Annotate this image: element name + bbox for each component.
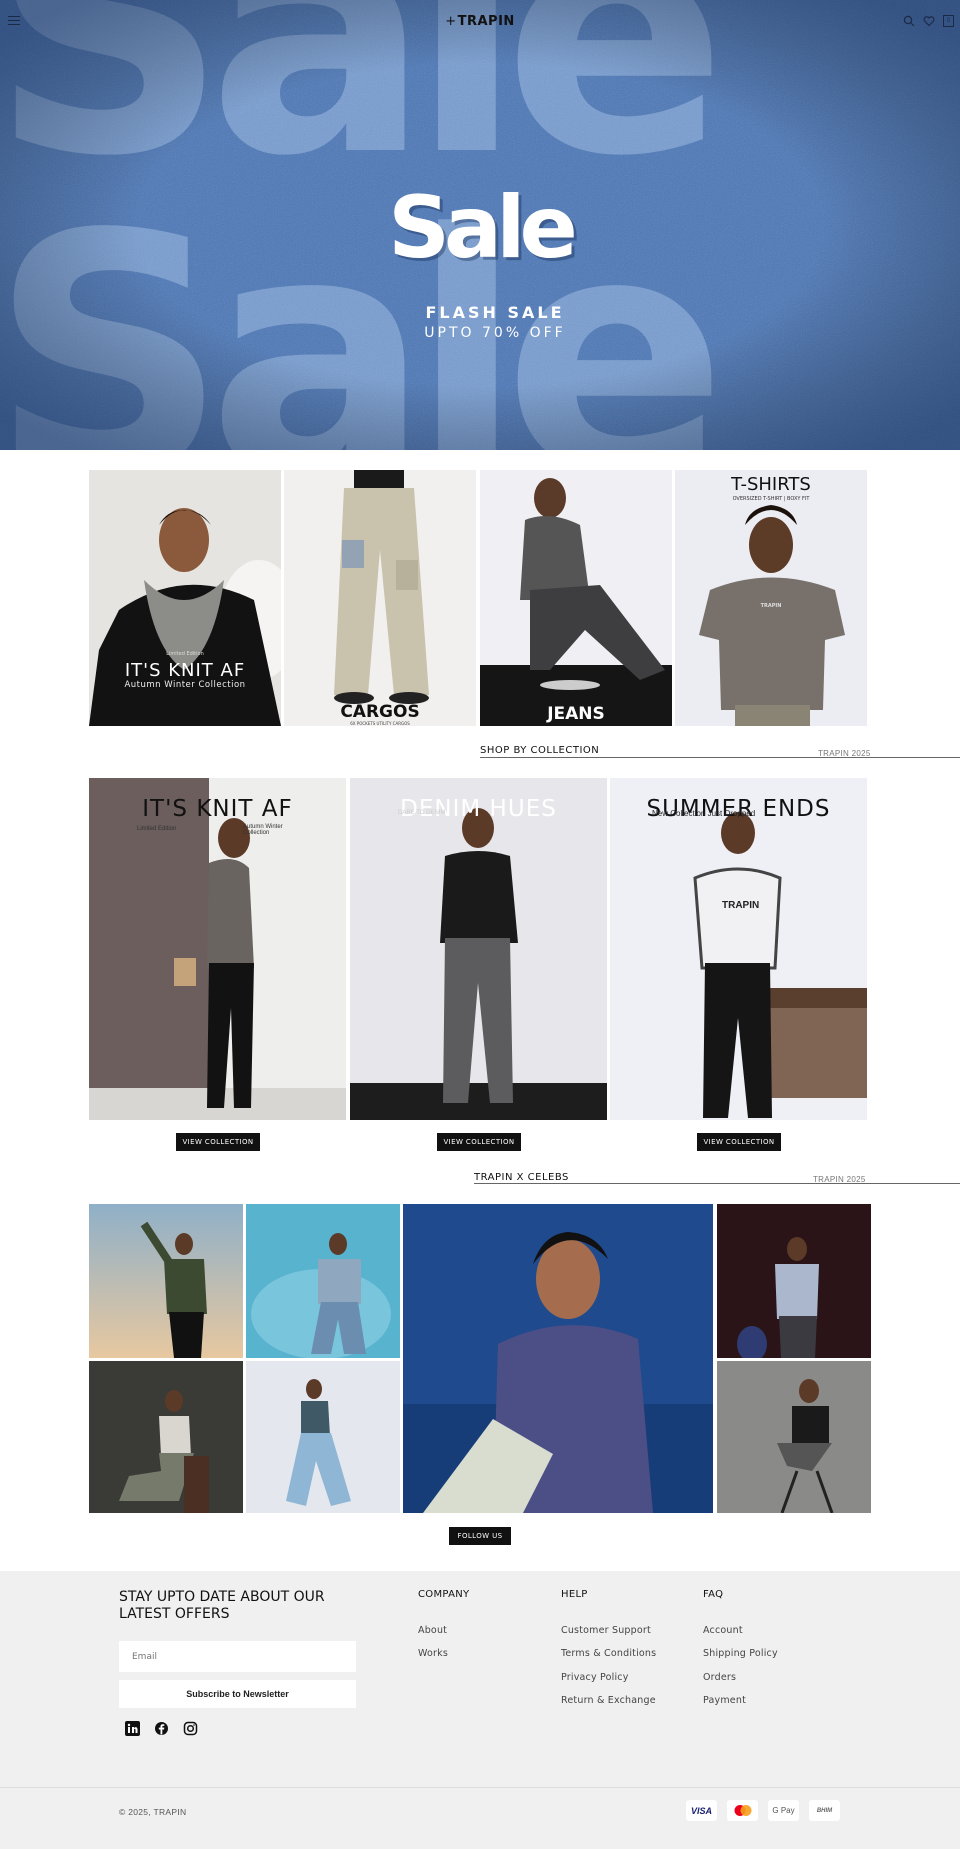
visa-icon: VISA [686, 1800, 717, 1821]
celeb-photo[interactable] [246, 1204, 400, 1358]
footer-link-about[interactable]: About [418, 1625, 447, 1636]
celeb-photo[interactable] [89, 1361, 243, 1513]
celeb-photo[interactable] [246, 1361, 400, 1513]
denim-collection-image [350, 778, 607, 1120]
mastercard-icon [727, 1800, 758, 1821]
celeb-image [717, 1204, 871, 1358]
collection-small-left: DARE TO DENIM [398, 810, 446, 816]
hero-title: Sale [388, 178, 578, 278]
jeans-model-image [480, 470, 672, 726]
footer-link-privacy[interactable]: Privacy Policy [561, 1672, 629, 1683]
footer-link-payment[interactable]: Payment [703, 1695, 746, 1706]
footer-link-terms[interactable]: Terms & Conditions [561, 1648, 656, 1659]
tile-title: IT'S KNIT AF [124, 660, 246, 681]
instagram-icon[interactable] [183, 1721, 198, 1736]
celeb-photo[interactable] [717, 1361, 871, 1513]
tshirt-model-image [675, 470, 867, 726]
celeb-photo-featured[interactable] [403, 1204, 713, 1513]
tile-subtitle: Autumn Winter Collection [124, 680, 246, 690]
celeb-image [89, 1204, 243, 1358]
footer-heading-company: COMPANY [418, 1589, 470, 1600]
gpay-icon: G Pay [768, 1800, 799, 1821]
email-field[interactable] [119, 1641, 356, 1672]
subscribe-button[interactable]: Subscribe to Newsletter [119, 1680, 356, 1708]
product-tile-tshirts[interactable]: T-SHIRTS OVERSIZED T-SHIRT | BOXY FIT TR… [675, 470, 867, 726]
celeb-image [246, 1204, 400, 1358]
footer-link-orders[interactable]: Orders [703, 1672, 736, 1683]
celeb-image [89, 1361, 243, 1513]
collection-small-right: Autumn Winter Collection [243, 824, 283, 836]
knit-collection-image [89, 778, 346, 1120]
collection-card-denim[interactable]: DENIM HUES DARE TO DENIM [350, 778, 607, 1120]
hero-flash-sale: FLASH SALE [425, 303, 565, 322]
facebook-icon[interactable] [154, 1721, 169, 1736]
collection-card-knit[interactable]: IT'S KNIT AF Limited Edition Autumn Wint… [89, 778, 346, 1120]
celeb-image [717, 1361, 871, 1513]
footer-link-customer-support[interactable]: Customer Support [561, 1625, 651, 1636]
collection-title: IT'S KNIT AF [142, 796, 293, 822]
heart-icon[interactable] [923, 15, 935, 27]
tile-title: JEANS [547, 704, 605, 724]
footer-heading-help: HELP [561, 1589, 588, 1600]
copyright: © 2025, TRAPIN [119, 1807, 187, 1817]
hero-banner[interactable]: Sale Sale Sale FLASH SALE UPTO 70% OFF [0, 0, 960, 450]
section-year: TRAPIN 2025 [818, 749, 871, 758]
view-collection-button[interactable]: VIEW COLLECTION [176, 1133, 260, 1151]
product-tile-knit[interactable]: Limited Edition IT'S KNIT AF Autumn Wint… [89, 470, 281, 726]
celeb-photo[interactable] [717, 1204, 871, 1358]
newsletter-title: STAY UPTO DATE ABOUT OUR LATEST OFFERS [119, 1589, 325, 1622]
product-tile-jeans[interactable]: JEANS [480, 470, 672, 726]
tank-print: TRAPIN [722, 900, 760, 911]
tile-title: T-SHIRTS [731, 474, 811, 495]
section-divider [474, 1183, 960, 1184]
product-tile-cargos[interactable]: CARGOS 6X POCKETS UTILITY CARGOS [284, 470, 476, 726]
cart-count: 0 [946, 18, 951, 24]
collection-small-left: New Collection Just Dropped [652, 809, 756, 818]
footer-link-account[interactable]: Account [703, 1625, 743, 1636]
cargos-model-image [284, 470, 476, 726]
linkedin-icon[interactable] [125, 1721, 140, 1736]
tile-subtitle: OVERSIZED T-SHIRT | BOXY FIT [732, 496, 810, 502]
logo-text: TRAPIN [457, 14, 515, 29]
tile-title: CARGOS [340, 702, 420, 722]
bhim-icon: BHIM [809, 1800, 840, 1821]
footer-link-works[interactable]: Works [418, 1648, 448, 1659]
section-divider [480, 757, 960, 758]
logo-mark: + [445, 14, 457, 29]
cart-icon[interactable]: 0 [943, 15, 954, 27]
hero-discount: UPTO 70% OFF [424, 325, 566, 341]
tile-subtitle: 6X POCKETS UTILITY CARGOS [350, 721, 410, 726]
footer-divider [0, 1787, 960, 1788]
collection-small-left: Limited Edition [137, 826, 177, 832]
celeb-photo[interactable] [89, 1204, 243, 1358]
footer-heading-faq: FAQ [703, 1589, 724, 1600]
section-year: TRAPIN 2025 [813, 1175, 866, 1184]
tile-small-label: Limited Edition [166, 651, 204, 657]
summer-collection-image [610, 778, 867, 1120]
logo[interactable]: +TRAPIN [0, 14, 960, 29]
tshirt-print: TRAPIN [760, 603, 782, 609]
celeb-image [246, 1361, 400, 1513]
collection-title: DENIM HUES [400, 796, 557, 822]
section-heading-collection: SHOP BY COLLECTION [480, 745, 600, 756]
collection-card-summer[interactable]: SUMMER ENDS New Collection Just Dropped … [610, 778, 867, 1120]
footer-link-return[interactable]: Return & Exchange [561, 1695, 656, 1706]
view-collection-button[interactable]: VIEW COLLECTION [437, 1133, 521, 1151]
footer-link-shipping[interactable]: Shipping Policy [703, 1648, 778, 1659]
search-icon[interactable] [903, 15, 915, 27]
site-header: +TRAPIN 0 [0, 0, 960, 46]
site-footer: STAY UPTO DATE ABOUT OUR LATEST OFFERS S… [0, 1571, 960, 1849]
section-heading-celebs: TRAPIN X CELEBS [474, 1172, 569, 1183]
celeb-image [403, 1204, 713, 1513]
follow-us-button[interactable]: FOLLOW US [449, 1527, 511, 1545]
view-collection-button[interactable]: VIEW COLLECTION [697, 1133, 781, 1151]
